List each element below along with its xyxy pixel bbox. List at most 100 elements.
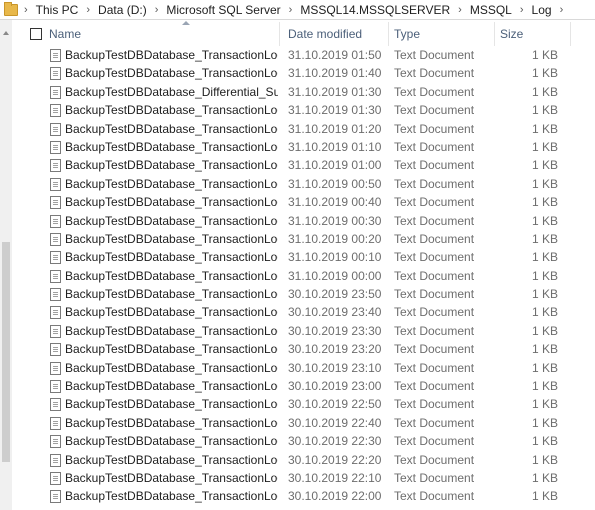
chevron-right-icon[interactable]: › <box>451 4 469 16</box>
breadcrumb-mssql14[interactable]: MSSQL14.MSSQLSERVER <box>299 3 451 17</box>
text-document-icon <box>50 232 61 246</box>
file-type: Text Document <box>394 434 475 449</box>
file-row[interactable]: BackupTestDBDatabase_TransactionLog_Su..… <box>12 138 595 156</box>
column-header-type[interactable]: Type <box>394 22 495 46</box>
breadcrumb-microsoft-sql-server[interactable]: Microsoft SQL Server <box>165 3 281 17</box>
file-row[interactable]: BackupTestDBDatabase_TransactionLog_Su..… <box>12 377 595 395</box>
file-date-modified: 30.10.2019 22:00 <box>288 489 382 504</box>
breadcrumb-mssql[interactable]: MSSQL <box>469 3 513 17</box>
file-size: 1 KB <box>531 268 558 283</box>
column-header-size[interactable]: Size <box>500 22 571 46</box>
file-row[interactable]: BackupTestDBDatabase_TransactionLog_Su..… <box>12 395 595 413</box>
text-document-icon <box>50 306 61 320</box>
file-type: Text Document <box>394 158 475 173</box>
file-name: BackupTestDBDatabase_TransactionLog_Su..… <box>65 103 278 118</box>
file-size: 1 KB <box>531 213 558 228</box>
file-name: BackupTestDBDatabase_TransactionLog_Su..… <box>65 360 278 375</box>
file-size: 1 KB <box>531 103 558 118</box>
file-row[interactable]: BackupTestDBDatabase_TransactionLog_Su..… <box>12 175 595 193</box>
text-document-icon <box>50 214 61 228</box>
chevron-right-icon[interactable]: › <box>24 4 35 16</box>
address-bar[interactable]: › This PC › Data (D:) › Microsoft SQL Se… <box>0 0 595 20</box>
file-type: Text Document <box>394 323 475 338</box>
file-row[interactable]: BackupTestDBDatabase_TransactionLog_Su..… <box>12 322 595 340</box>
file-type: Text Document <box>394 379 475 394</box>
breadcrumb: › This PC › Data (D:) › Microsoft SQL Se… <box>24 3 570 17</box>
file-name: BackupTestDBDatabase_Differential_Subpla… <box>65 84 278 99</box>
file-type: Text Document <box>394 176 475 191</box>
breadcrumb-this-pc[interactable]: This PC <box>35 3 80 17</box>
column-header-name[interactable]: Name <box>49 22 280 46</box>
file-type: Text Document <box>394 250 475 265</box>
file-type: Text Document <box>394 213 475 228</box>
file-row[interactable]: BackupTestDBDatabase_TransactionLog_Su..… <box>12 432 595 450</box>
file-row[interactable]: BackupTestDBDatabase_TransactionLog_Su..… <box>12 487 595 505</box>
file-row[interactable]: BackupTestDBDatabase_TransactionLog_Su..… <box>12 267 595 285</box>
file-size: 1 KB <box>531 470 558 485</box>
file-name: BackupTestDBDatabase_TransactionLog_Su..… <box>65 434 278 449</box>
file-date-modified: 31.10.2019 01:00 <box>288 158 382 173</box>
file-row[interactable]: BackupTestDBDatabase_TransactionLog_Su..… <box>12 340 595 358</box>
file-name: BackupTestDBDatabase_TransactionLog_Su..… <box>65 121 278 136</box>
file-row[interactable]: BackupTestDBDatabase_TransactionLog_Su..… <box>12 101 595 119</box>
file-date-modified: 31.10.2019 00:50 <box>288 176 382 191</box>
select-all-checkbox[interactable] <box>30 28 42 40</box>
file-size: 1 KB <box>531 360 558 375</box>
text-document-icon <box>50 471 61 485</box>
text-document-icon <box>50 104 61 118</box>
chevron-right-icon[interactable]: › <box>79 4 97 16</box>
file-size: 1 KB <box>531 66 558 81</box>
chevron-right-icon[interactable]: › <box>553 4 571 16</box>
file-row[interactable]: BackupTestDBDatabase_TransactionLog_Su..… <box>12 46 595 64</box>
scrollbar-thumb[interactable] <box>2 242 10 462</box>
text-document-icon <box>50 380 61 394</box>
file-date-modified: 31.10.2019 00:00 <box>288 268 382 283</box>
file-size: 1 KB <box>531 342 558 357</box>
file-row[interactable]: BackupTestDBDatabase_TransactionLog_Su..… <box>12 414 595 432</box>
file-date-modified: 31.10.2019 01:30 <box>288 84 382 99</box>
file-name: BackupTestDBDatabase_TransactionLog_Su..… <box>65 250 278 265</box>
file-name: BackupTestDBDatabase_TransactionLog_Su..… <box>65 268 278 283</box>
file-row[interactable]: BackupTestDBDatabase_TransactionLog_Su..… <box>12 469 595 487</box>
file-row[interactable]: BackupTestDBDatabase_TransactionLog_Su..… <box>12 212 595 230</box>
file-row[interactable]: BackupTestDBDatabase_TransactionLog_Su..… <box>12 120 595 138</box>
file-type: Text Document <box>394 268 475 283</box>
breadcrumb-log[interactable]: Log <box>531 3 553 17</box>
file-size: 1 KB <box>531 158 558 173</box>
file-type: Text Document <box>394 231 475 246</box>
file-size: 1 KB <box>531 452 558 467</box>
file-row[interactable]: BackupTestDBDatabase_TransactionLog_Su..… <box>12 359 595 377</box>
file-row[interactable]: BackupTestDBDatabase_Differential_Subpla… <box>12 83 595 101</box>
navigation-pane-scrollbar[interactable] <box>0 20 12 510</box>
file-row[interactable]: BackupTestDBDatabase_TransactionLog_Su..… <box>12 285 595 303</box>
file-list: BackupTestDBDatabase_TransactionLog_Su..… <box>12 46 595 506</box>
file-row[interactable]: BackupTestDBDatabase_TransactionLog_Su..… <box>12 303 595 321</box>
file-size: 1 KB <box>531 489 558 504</box>
chevron-right-icon[interactable]: › <box>513 4 531 16</box>
chevron-right-icon[interactable]: › <box>148 4 166 16</box>
file-row[interactable]: BackupTestDBDatabase_TransactionLog_Su..… <box>12 64 595 82</box>
file-date-modified: 30.10.2019 22:20 <box>288 452 382 467</box>
file-row[interactable]: BackupTestDBDatabase_TransactionLog_Su..… <box>12 230 595 248</box>
text-document-icon <box>50 288 61 302</box>
file-name: BackupTestDBDatabase_TransactionLog_Su..… <box>65 379 278 394</box>
text-document-icon <box>50 159 61 173</box>
file-type: Text Document <box>394 360 475 375</box>
column-header-date-modified[interactable]: Date modified <box>288 22 389 46</box>
breadcrumb-data-drive[interactable]: Data (D:) <box>97 3 148 17</box>
file-row[interactable]: BackupTestDBDatabase_TransactionLog_Su..… <box>12 193 595 211</box>
text-document-icon <box>50 343 61 357</box>
file-row[interactable]: BackupTestDBDatabase_TransactionLog_Su..… <box>12 248 595 266</box>
file-date-modified: 31.10.2019 01:30 <box>288 103 382 118</box>
text-document-icon <box>50 49 61 62</box>
file-date-modified: 31.10.2019 01:20 <box>288 121 382 136</box>
file-size: 1 KB <box>531 195 558 210</box>
chevron-right-icon[interactable]: › <box>282 4 300 16</box>
file-size: 1 KB <box>531 415 558 430</box>
file-type: Text Document <box>394 195 475 210</box>
file-row[interactable]: BackupTestDBDatabase_TransactionLog_Su..… <box>12 156 595 174</box>
scroll-up-arrow-icon[interactable] <box>3 31 9 35</box>
file-row[interactable]: BackupTestDBDatabase_TransactionLog_Su..… <box>12 451 595 469</box>
file-name: BackupTestDBDatabase_TransactionLog_Su..… <box>65 195 278 210</box>
file-date-modified: 30.10.2019 23:00 <box>288 379 382 394</box>
